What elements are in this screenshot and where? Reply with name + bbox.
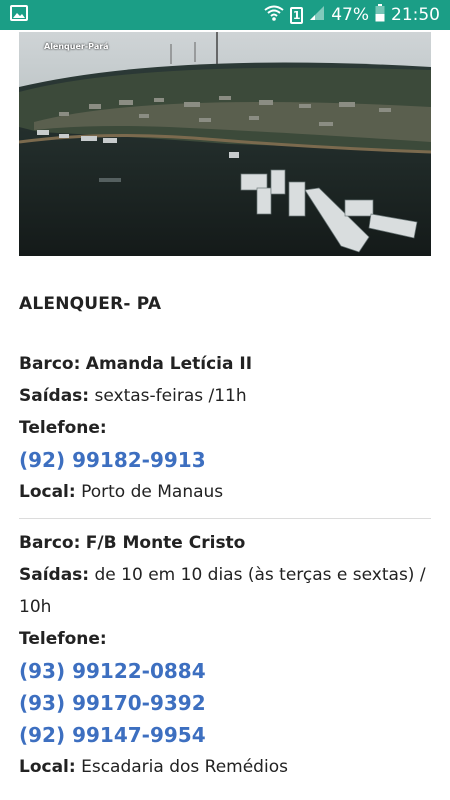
boat-name-value: Amanda Letícia II bbox=[85, 354, 253, 374]
phone-link[interactable]: (92) 99147-9954 bbox=[19, 719, 431, 751]
phone-label: Telefone: bbox=[19, 412, 431, 444]
boat-name-value: F/B Monte Cristo bbox=[85, 533, 246, 553]
signal-icon bbox=[309, 5, 325, 26]
boat-name-label: Barco: bbox=[19, 354, 81, 374]
phone-link[interactable]: (93) 99170-9392 bbox=[19, 687, 431, 719]
image-icon bbox=[10, 5, 28, 25]
location-label: Local: bbox=[19, 757, 76, 777]
boat-location: Local: Porto de Manaus bbox=[19, 476, 431, 508]
wifi-icon bbox=[264, 5, 284, 26]
phone-link[interactable]: (93) 99122-0884 bbox=[19, 655, 431, 687]
phone-link[interactable]: (92) 99182-9913 bbox=[19, 444, 431, 476]
boat-location: Local: Escadaria dos Remédios bbox=[19, 751, 431, 783]
boat-name: Barco: F/B Monte Cristo bbox=[19, 527, 431, 559]
phone-label-text: Telefone: bbox=[19, 629, 107, 649]
phone-label: Telefone: bbox=[19, 623, 431, 655]
boat-name-label: Barco: bbox=[19, 533, 81, 553]
boat-departures: Saídas: de 10 em 10 dias (às terças e se… bbox=[19, 559, 431, 623]
boat-entry-1: Barco: Amanda Letícia II Saídas: sextas-… bbox=[19, 348, 431, 508]
phone-label-text: Telefone: bbox=[19, 418, 107, 438]
location-value: Porto de Manaus bbox=[81, 482, 224, 502]
divider bbox=[19, 518, 431, 519]
location-value: Escadaria dos Remédios bbox=[81, 757, 288, 777]
departures-label: Saídas: bbox=[19, 386, 90, 406]
boat-departures: Saídas: sextas-feiras /11h bbox=[19, 380, 431, 412]
battery-icon bbox=[375, 3, 385, 27]
page-content: Alenquer-Pará ALENQUER- PA Barco: Amanda… bbox=[0, 32, 450, 783]
battery-percent: 47% bbox=[331, 5, 369, 25]
status-bar: 1 47% 21:50 bbox=[0, 0, 450, 30]
departures-label: Saídas: bbox=[19, 565, 90, 585]
location-label: Local: bbox=[19, 482, 76, 502]
boat-entry-2: Barco: F/B Monte Cristo Saídas: de 10 em… bbox=[19, 527, 431, 783]
clock: 21:50 bbox=[391, 5, 440, 25]
city-title: ALENQUER- PA bbox=[19, 294, 162, 314]
sim-icon: 1 bbox=[290, 6, 304, 24]
hero-caption: Alenquer-Pará bbox=[44, 42, 109, 51]
departures-value: sextas-feiras /11h bbox=[94, 386, 247, 406]
hero-image: Alenquer-Pará bbox=[19, 32, 431, 256]
boat-name: Barco: Amanda Letícia II bbox=[19, 348, 431, 380]
